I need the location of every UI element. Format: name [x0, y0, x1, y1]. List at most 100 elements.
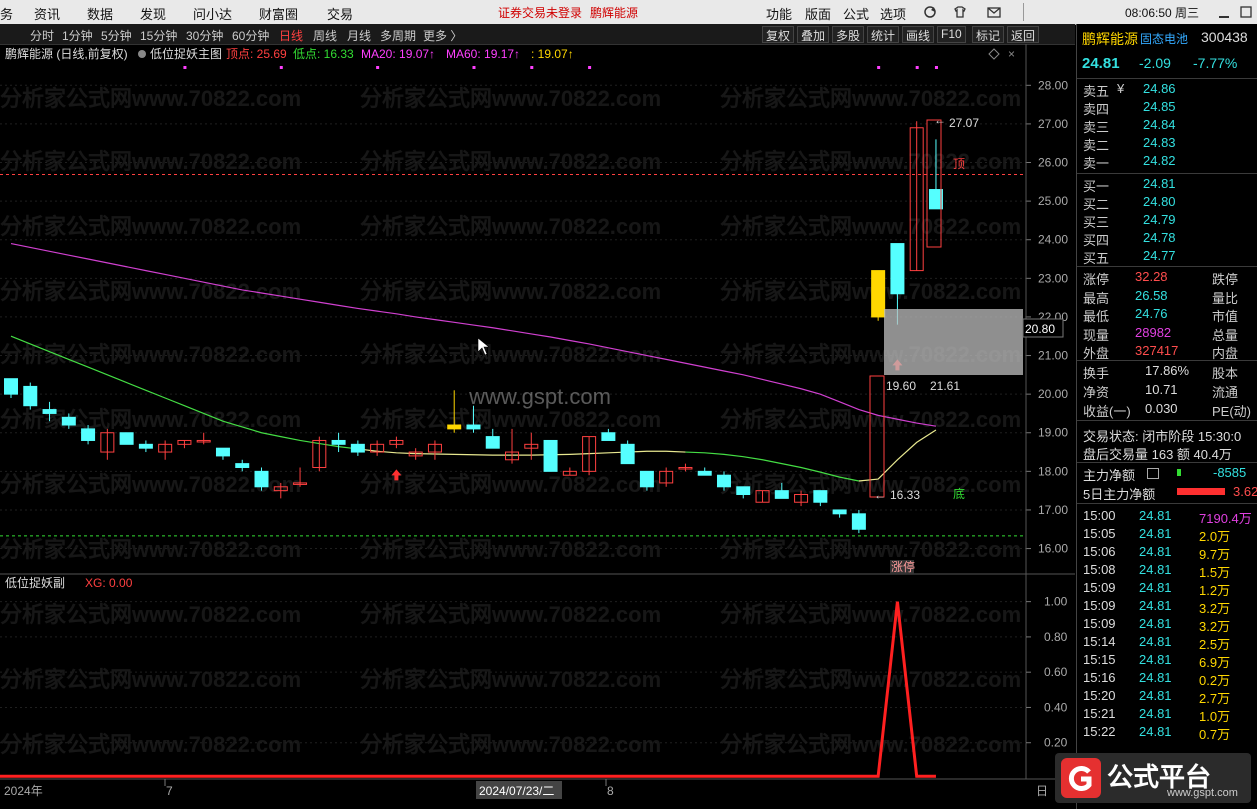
- tool-back-button[interactable]: 返回: [1007, 26, 1040, 43]
- stat-label: 最低: [1083, 309, 1110, 324]
- diamond-icon[interactable]: [988, 48, 1000, 60]
- tick-row[interactable]: 15:06 24.81 9.7万: [1077, 543, 1257, 562]
- stat-row[interactable]: 最低 24.76 市值: [1077, 305, 1257, 324]
- period-daily[interactable]: 日线: [279, 27, 303, 44]
- watermark-text: 分析家公式网www.70822.com: [0, 667, 301, 692]
- menu-item-data[interactable]: 数据: [87, 4, 113, 23]
- period-multi[interactable]: 多周期: [380, 27, 416, 44]
- period-30min[interactable]: 30分钟: [186, 27, 223, 44]
- stat-row[interactable]: 涨停 32.28 跌停: [1077, 268, 1257, 287]
- tool-overlay-button[interactable]: 叠加: [797, 26, 830, 43]
- stat-row[interactable]: 换手 17.86% 股本: [1077, 362, 1257, 381]
- stat-row[interactable]: 净资 10.71 流通: [1077, 381, 1257, 400]
- bid-row[interactable]: 买二 24.80: [1077, 193, 1257, 212]
- price-pct: -7.77%: [1193, 55, 1238, 71]
- period-15min[interactable]: 15分钟: [140, 27, 177, 44]
- indicator-name[interactable]: 低位捉妖主图: [150, 46, 222, 61]
- stat-row[interactable]: 最高 26.58 量比: [1077, 287, 1257, 306]
- ask-row[interactable]: 卖四 24.85: [1077, 98, 1257, 117]
- main-flow-row[interactable]: 主力净额 -8585: [1077, 464, 1257, 483]
- menu-options[interactable]: 选项: [880, 4, 906, 23]
- tick-row[interactable]: 15:20 24.81 2.7万: [1077, 687, 1257, 706]
- y-tick-label: 23.00: [1038, 271, 1068, 285]
- stat-row[interactable]: 外盘 327417 内盘: [1077, 342, 1257, 361]
- indicator-settings-icon[interactable]: [138, 50, 146, 58]
- period-60min[interactable]: 60分钟: [232, 27, 269, 44]
- tick-row[interactable]: 15:09 24.81 3.2万: [1077, 615, 1257, 634]
- xaxis-cursor-date: 2024/07/23/二: [479, 784, 554, 798]
- menu-formula[interactable]: 公式: [843, 4, 869, 23]
- bid-row[interactable]: 买三 24.79: [1077, 211, 1257, 230]
- tick-time: 15:20: [1083, 688, 1116, 703]
- price-row: 24.81 -2.09 -7.77%: [1077, 54, 1257, 76]
- bid-row[interactable]: 买四 24.78: [1077, 229, 1257, 248]
- candle-body: [466, 424, 481, 430]
- ask-row[interactable]: 卖五 24.86: [1077, 80, 1257, 99]
- watermark-text: 分析家公式网www.70822.com: [720, 537, 1021, 562]
- kline-chart[interactable]: 分析家公式网www.70822.com 分析家公式网www.70822.com 分析…: [0, 44, 1075, 809]
- login-warning[interactable]: 证券交易未登录: [498, 4, 582, 21]
- five-day-flow-row[interactable]: 5日主力净额 3.62: [1077, 483, 1257, 502]
- skin-icon[interactable]: [952, 4, 968, 20]
- mail-icon[interactable]: [986, 4, 1002, 20]
- menu-function[interactable]: 功能: [766, 4, 792, 23]
- list-icon[interactable]: [1147, 468, 1159, 479]
- candle-body: [813, 490, 828, 503]
- stat-row[interactable]: 现量 28982 总量: [1077, 324, 1257, 343]
- period-5min[interactable]: 5分钟: [101, 27, 132, 44]
- tool-f10-button[interactable]: F10: [937, 26, 966, 43]
- bid-row[interactable]: 买五 24.77: [1077, 247, 1257, 266]
- tick-row[interactable]: 15:09 24.81 3.2万: [1077, 597, 1257, 616]
- refresh-icon[interactable]: [922, 4, 938, 20]
- divider: [1077, 266, 1257, 267]
- watermark-text: 分析家公式网www.70822.com: [0, 732, 301, 757]
- tick-row[interactable]: 15:22 24.81 0.7万: [1077, 723, 1257, 742]
- maximize-icon[interactable]: [1238, 4, 1254, 20]
- concept-tag[interactable]: 固态电池: [1140, 30, 1188, 47]
- tick-price: 24.81: [1139, 652, 1172, 667]
- menu-item-trade[interactable]: 交易: [327, 4, 353, 23]
- stat-row[interactable]: 收益(一) 0.030 PE(动): [1077, 400, 1257, 419]
- bid-row[interactable]: 买一 24.81: [1077, 175, 1257, 194]
- ask-label: 卖一: [1083, 156, 1110, 171]
- tick-row[interactable]: 15:00 24.81 7190.4万: [1077, 507, 1257, 526]
- menu-layout[interactable]: 版面: [805, 4, 831, 23]
- tick-row[interactable]: 15:14 24.81 2.5万: [1077, 633, 1257, 652]
- period-weekly[interactable]: 周线: [313, 27, 337, 44]
- menu-item-ask[interactable]: 问小达: [193, 4, 232, 23]
- ask-row[interactable]: 卖三 24.84: [1077, 116, 1257, 135]
- period-monthly[interactable]: 月线: [347, 27, 371, 44]
- menu-item-news[interactable]: 资讯: [34, 4, 60, 23]
- watermark-text: 分析家公式网www.70822.com: [720, 472, 1021, 497]
- tool-multistock-button[interactable]: 多股: [832, 26, 865, 43]
- tick-time: 15:16: [1083, 670, 1116, 685]
- tool-fuquan-button[interactable]: 复权: [762, 26, 795, 43]
- candle-body: [871, 270, 886, 318]
- menu-stock-name: 鹏辉能源: [590, 6, 639, 20]
- period-1min[interactable]: 1分钟: [62, 27, 93, 44]
- watermark-text: 分析家公式网www.70822.com: [720, 214, 1021, 239]
- period-tick[interactable]: 分时: [30, 27, 54, 44]
- minimize-icon[interactable]: [1216, 4, 1232, 20]
- ask-row[interactable]: 卖一 24.82: [1077, 152, 1257, 171]
- tick-row[interactable]: 15:16 24.81 0.2万: [1077, 669, 1257, 688]
- ask-row[interactable]: 卖二 24.83: [1077, 134, 1257, 153]
- tick-row[interactable]: 15:08 24.81 1.5万: [1077, 561, 1257, 580]
- flow-bar: [1177, 469, 1181, 476]
- tick-row[interactable]: 15:09 24.81 1.2万: [1077, 579, 1257, 598]
- watermark-text: 分析家公式网www.70822.com: [0, 279, 301, 304]
- tool-draw-button[interactable]: 画线: [902, 26, 935, 43]
- menu-item-wealth[interactable]: 财富圈: [259, 4, 298, 23]
- close-panel-icon[interactable]: ×: [1008, 47, 1015, 61]
- menu-item-0[interactable]: 务: [0, 4, 13, 23]
- tick-row[interactable]: 15:21 24.81 1.0万: [1077, 705, 1257, 724]
- tick-row[interactable]: 15:05 24.81 2.0万: [1077, 525, 1257, 544]
- tool-stats-button[interactable]: 统计: [867, 26, 900, 43]
- menu-item-discover[interactable]: 发现: [140, 4, 166, 23]
- sub-panel-title[interactable]: 低位捉妖副: [5, 575, 65, 590]
- tick-row[interactable]: 15:15 24.81 6.9万: [1077, 651, 1257, 670]
- tool-mark-button[interactable]: 标记: [972, 26, 1005, 43]
- period-more[interactable]: 更多 〉: [423, 27, 462, 44]
- stat-label-right: 股本: [1212, 366, 1239, 381]
- cursor-price: 20.80: [1025, 322, 1055, 336]
